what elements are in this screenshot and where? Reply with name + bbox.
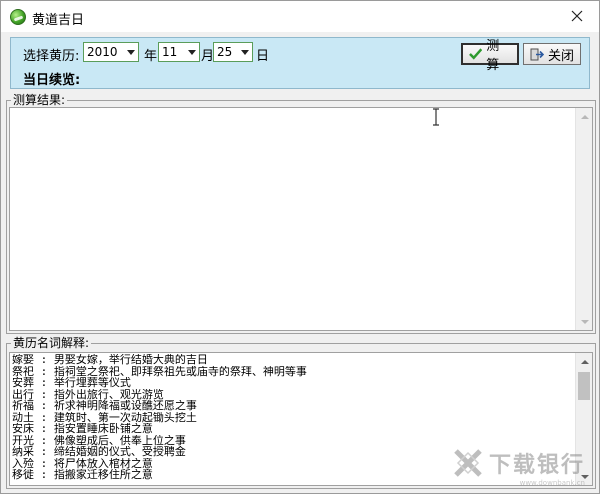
day-value: 25 <box>217 45 233 59</box>
year-select[interactable]: 2010 <box>83 42 139 62</box>
glossary-item: 嫁娶 : 男娶女嫁，举行结婚大典的吉日 <box>12 354 208 366</box>
glossary-item: 安床 : 指安置睡床卧铺之意 <box>12 423 153 435</box>
scroll-up-icon[interactable] <box>576 108 592 125</box>
close-button[interactable]: 关闭 <box>523 43 581 65</box>
close-label: 关闭 <box>548 48 575 64</box>
calculate-button[interactable]: 测算 <box>461 39 519 73</box>
result-textarea[interactable] <box>9 107 593 331</box>
window-title: 黄道吉日 <box>32 13 85 28</box>
glossary-item: 动土 : 建筑时、第一次动起锄头挖土 <box>12 411 197 423</box>
chevron-down-icon <box>238 43 252 61</box>
glossary-item: 安葬 : 举行埋葬等仪式 <box>12 377 131 389</box>
watermark-text: 下载银行 <box>488 453 585 478</box>
title-bar: 黄道吉日 <box>1 1 599 32</box>
year-value: 2010 <box>87 45 118 59</box>
chevron-down-icon <box>185 43 199 61</box>
app-icon <box>10 9 26 25</box>
chevron-down-icon <box>124 43 138 61</box>
glossary-item: 开光 : 佛像塑成后、供奉上位之事 <box>12 434 186 446</box>
exit-door-icon <box>530 48 544 60</box>
text-cursor-icon <box>433 108 439 126</box>
scroll-down-icon[interactable] <box>576 313 592 330</box>
close-icon <box>571 10 583 22</box>
day-select[interactable]: 25 <box>213 42 253 62</box>
month-value: 11 <box>162 45 178 59</box>
date-picker-panel: 选择黄历: 2010 年 11 月 25 日 当日续览: 测算 关闭 <box>10 37 590 89</box>
watermark-url: www.downbank.cn <box>519 479 585 487</box>
result-scrollbar[interactable] <box>575 108 592 330</box>
scroll-up-icon[interactable] <box>576 353 592 370</box>
checkmark-icon <box>469 48 483 60</box>
glossary-title: 黄历名词解释: <box>11 336 92 350</box>
year-unit: 年 <box>144 49 158 64</box>
glossary-item: 出行 : 指外出旅行、观光游览 <box>12 388 164 400</box>
month-select[interactable]: 11 <box>158 42 200 62</box>
watermark-logo-icon <box>454 449 482 477</box>
close-window-button[interactable] <box>563 4 591 28</box>
watermark: 下载银行 www.downbank.cn <box>453 447 585 487</box>
app-window: 黄道吉日 选择黄历: 2010 年 11 月 25 日 当日续览: 测算 关闭 … <box>0 0 600 494</box>
scroll-thumb[interactable] <box>578 372 590 400</box>
picker-label: 选择黄历: <box>23 49 80 64</box>
glossary-item: 祈福 : 祈求神明降福或设醮还愿之事 <box>12 400 197 412</box>
calculate-label: 测算 <box>486 39 500 73</box>
glossary-item: 祭祀 : 指祠堂之祭祀、即拜祭祖先或庙寺的祭拜、神明等事 <box>12 365 307 377</box>
today-label: 当日续览: <box>23 73 81 88</box>
result-title: 测算结果: <box>11 93 68 107</box>
day-unit: 日 <box>256 49 270 64</box>
